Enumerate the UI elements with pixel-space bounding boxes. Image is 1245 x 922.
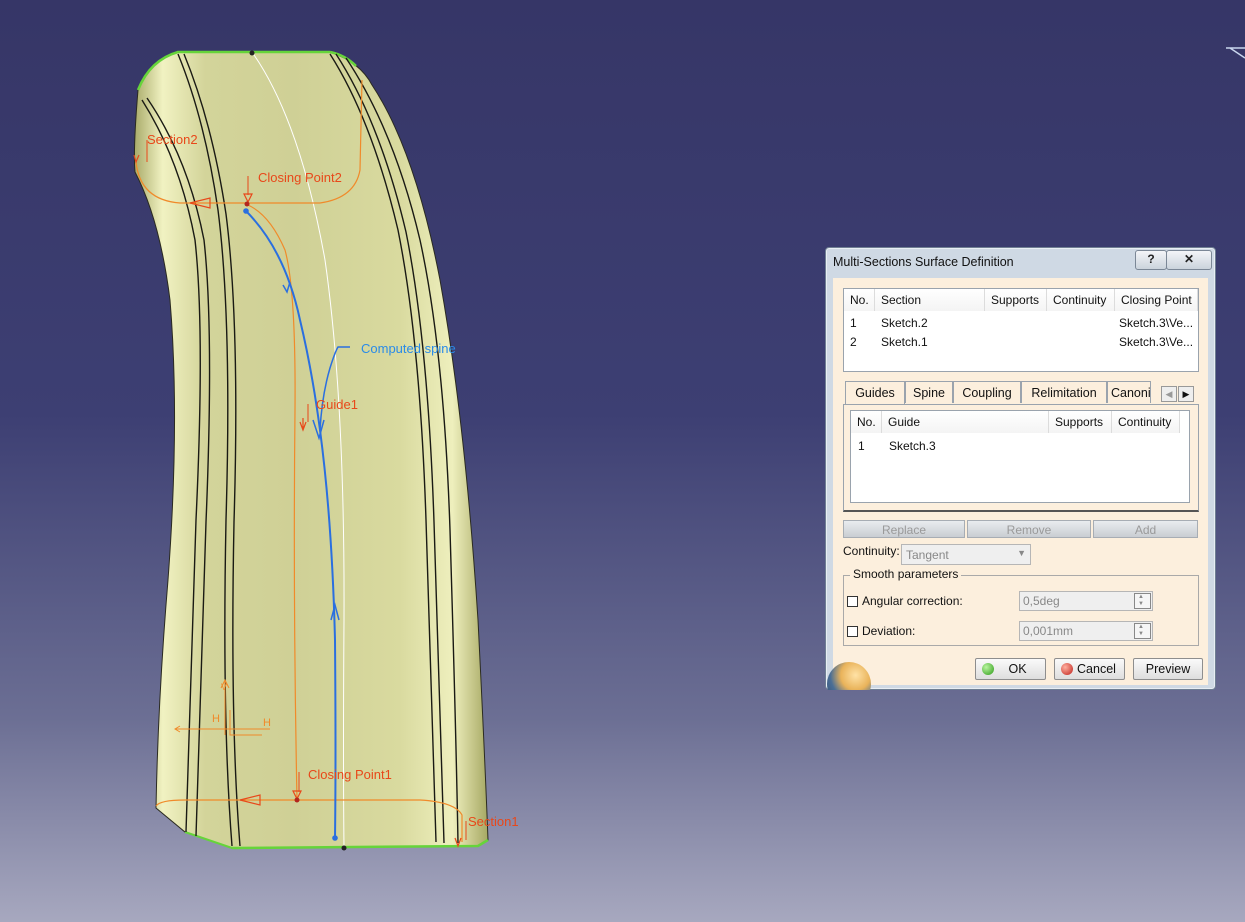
- label-section1[interactable]: Section1: [468, 814, 519, 829]
- col-section[interactable]: Section: [875, 289, 985, 311]
- col-supports[interactable]: Supports: [985, 289, 1047, 311]
- row-closing-point: Sketch.3\Ve...: [1119, 335, 1194, 349]
- col-continuity[interactable]: Continuity: [1047, 289, 1115, 311]
- continuity-value: Tangent: [906, 548, 949, 562]
- row-guide: Sketch.3: [889, 439, 936, 453]
- row-section: Sketch.2: [881, 316, 928, 330]
- table-row[interactable]: 1 Sketch.2 Sketch.3\Ve...: [844, 314, 1198, 332]
- smooth-parameters-group: Smooth parameters Angular correction: 0,…: [843, 567, 1199, 646]
- angular-correction-field[interactable]: 0,5deg ▲ ▼: [1019, 591, 1153, 611]
- label-closing-point2[interactable]: Closing Point2: [258, 170, 342, 185]
- deviation-checkbox[interactable]: [847, 626, 858, 637]
- sections-table[interactable]: No. Section Supports Continuity Closing …: [843, 288, 1199, 372]
- replace-button[interactable]: Replace: [843, 520, 965, 538]
- tab-canonical[interactable]: Canoni: [1107, 381, 1151, 403]
- axis-label-h1: H: [212, 713, 220, 725]
- tab-bar: Guides Spine Coupling Relimitation Canon…: [843, 381, 1203, 405]
- ok-icon: [982, 663, 994, 675]
- angular-correction-stepper[interactable]: ▲ ▼: [1134, 593, 1151, 609]
- stepper-up-icon[interactable]: ▲: [1138, 594, 1144, 601]
- stepper-down-icon[interactable]: ▼: [1138, 601, 1144, 608]
- continuity-select[interactable]: Tangent ▼: [901, 544, 1031, 565]
- col-no[interactable]: No.: [851, 411, 882, 433]
- cancel-icon: [1061, 663, 1073, 675]
- dialog-title: Multi-Sections Surface Definition: [833, 255, 1014, 269]
- ok-label: OK: [1008, 662, 1027, 676]
- row-no: 2: [850, 335, 857, 349]
- label-guide1[interactable]: Guide1: [316, 397, 358, 412]
- label-closing-point1[interactable]: Closing Point1: [308, 767, 392, 782]
- tab-spine[interactable]: Spine: [905, 381, 953, 403]
- remove-button[interactable]: Remove: [967, 520, 1091, 538]
- tab-coupling[interactable]: Coupling: [953, 381, 1021, 403]
- deviation-value: 0,001mm: [1023, 624, 1074, 638]
- col-supports[interactable]: Supports: [1049, 411, 1112, 433]
- label-section2[interactable]: Section2: [147, 132, 198, 147]
- smooth-parameters-legend: Smooth parameters: [850, 567, 962, 581]
- tab-scroll-right-button[interactable]: ▶: [1178, 386, 1194, 402]
- label-computed-spine[interactable]: Computed spine: [361, 341, 456, 356]
- angular-correction-checkbox[interactable]: [847, 596, 858, 607]
- add-button[interactable]: Add: [1093, 520, 1198, 538]
- row-section: Sketch.1: [881, 335, 928, 349]
- table-row[interactable]: 1 Sketch.3: [851, 437, 1189, 455]
- col-closing-point[interactable]: Closing Point: [1115, 289, 1198, 311]
- help-button[interactable]: ?: [1135, 250, 1167, 270]
- chevron-down-icon: ▼: [1017, 548, 1026, 558]
- cancel-button[interactable]: Cancel: [1054, 658, 1125, 680]
- row-closing-point: Sketch.3\Ve...: [1119, 316, 1194, 330]
- row-no: 1: [850, 316, 857, 330]
- tab-guides[interactable]: Guides: [845, 381, 905, 405]
- guides-tab-page: No. Guide Supports Continuity 1 Sketch.3: [843, 404, 1199, 512]
- guides-table[interactable]: No. Guide Supports Continuity 1 Sketch.3: [850, 410, 1190, 503]
- angular-correction-label: Angular correction:: [862, 594, 963, 608]
- row-no: 1: [858, 439, 865, 453]
- multi-sections-dialog: Multi-Sections Surface Definition ? ✕ No…: [825, 247, 1216, 690]
- cancel-label: Cancel: [1077, 662, 1116, 676]
- ok-button[interactable]: OK: [975, 658, 1046, 680]
- table-row[interactable]: 2 Sketch.1 Sketch.3\Ve...: [844, 333, 1198, 351]
- col-no[interactable]: No.: [844, 289, 875, 311]
- axis-label-v: V: [221, 682, 227, 692]
- catia-globe-icon: [827, 656, 877, 690]
- col-continuity[interactable]: Continuity: [1112, 411, 1180, 433]
- col-guide[interactable]: Guide: [882, 411, 1049, 433]
- continuity-label: Continuity:: [843, 544, 900, 558]
- deviation-stepper[interactable]: ▲ ▼: [1134, 623, 1151, 639]
- preview-button[interactable]: Preview: [1133, 658, 1203, 680]
- deviation-field[interactable]: 0,001mm ▲ ▼: [1019, 621, 1153, 641]
- stepper-down-icon[interactable]: ▼: [1138, 631, 1144, 638]
- stepper-up-icon[interactable]: ▲: [1138, 624, 1144, 631]
- close-button[interactable]: ✕: [1166, 250, 1212, 270]
- axis-label-h2: H: [263, 717, 271, 729]
- angular-correction-value: 0,5deg: [1023, 594, 1060, 608]
- compass-icon[interactable]: [1226, 47, 1245, 59]
- tab-scroll-left-button[interactable]: ◀: [1161, 386, 1177, 402]
- deviation-label: Deviation:: [862, 624, 916, 638]
- dialog-body: No. Section Supports Continuity Closing …: [827, 278, 1208, 690]
- tab-relimitation[interactable]: Relimitation: [1021, 381, 1107, 403]
